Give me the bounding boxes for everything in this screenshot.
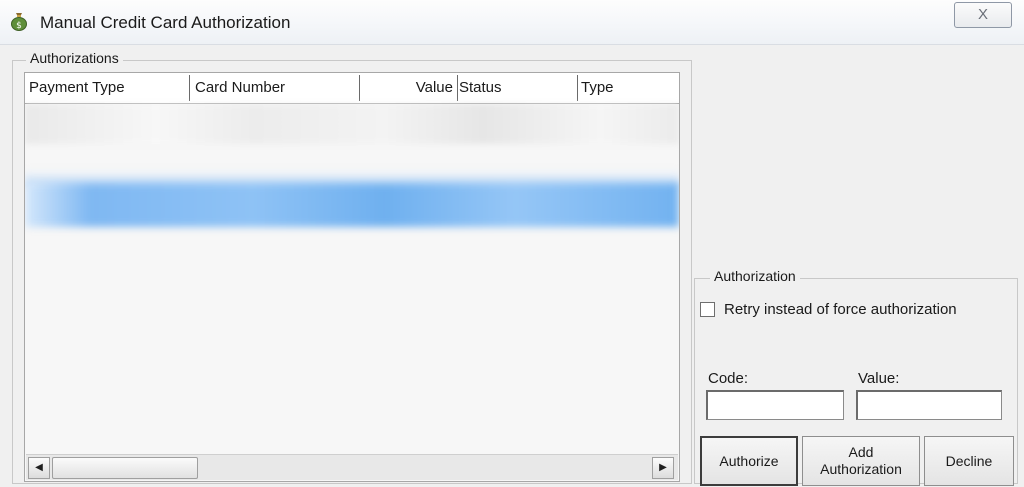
add-authorization-label-line2: Authorization: [820, 461, 902, 477]
column-header-type[interactable]: Type: [581, 73, 671, 103]
authorizations-group-legend: Authorizations: [26, 50, 123, 66]
retry-checkbox-label[interactable]: Retry instead of force authorization: [724, 301, 957, 318]
retry-checkbox[interactable]: [700, 302, 715, 317]
authorization-group-legend: Authorization: [710, 268, 800, 284]
value-label: Value:: [858, 370, 900, 387]
list-item-selected[interactable]: [25, 183, 679, 227]
authorize-button[interactable]: Authorize: [700, 436, 798, 486]
authorizations-list[interactable]: Payment Type Card Number Value Status Ty…: [24, 72, 680, 482]
scroll-left-button[interactable]: ◀: [28, 457, 50, 479]
arrow-left-icon: ◀: [35, 462, 43, 473]
decline-button[interactable]: Decline: [924, 436, 1014, 486]
title-bar: $ Manual Credit Card Authorization X: [0, 0, 1024, 45]
code-label: Code:: [708, 370, 749, 387]
money-bag-icon: $: [11, 13, 27, 31]
add-authorization-label-line1: Add: [848, 444, 874, 460]
close-button[interactable]: X: [954, 2, 1012, 28]
authorize-button-label: Authorize: [719, 452, 779, 469]
column-header-payment-type[interactable]: Payment Type: [29, 73, 189, 103]
manual-credit-card-authorization-window: $ Manual Credit Card Authorization X Aut…: [0, 0, 1024, 487]
add-authorization-button[interactable]: Add Authorization: [802, 436, 920, 486]
window-title: Manual Credit Card Authorization: [40, 13, 291, 32]
column-separator[interactable]: [189, 75, 190, 101]
value-input[interactable]: [856, 390, 1002, 420]
close-icon: X: [977, 6, 988, 23]
decline-button-label: Decline: [945, 452, 993, 469]
scroll-right-button[interactable]: ▶: [652, 457, 674, 479]
column-header-card-number[interactable]: Card Number: [195, 73, 355, 103]
list-header: Payment Type Card Number Value Status Ty…: [25, 73, 679, 104]
arrow-right-icon: ▶: [659, 462, 667, 473]
horizontal-scrollbar[interactable]: ◀ ▶: [26, 454, 678, 480]
code-input[interactable]: [706, 390, 844, 420]
column-header-status[interactable]: Status: [459, 73, 569, 103]
column-header-value[interactable]: Value: [361, 73, 455, 103]
column-separator[interactable]: [359, 75, 360, 101]
column-separator[interactable]: [457, 75, 458, 101]
scroll-thumb[interactable]: [52, 457, 198, 479]
list-item[interactable]: [25, 104, 679, 144]
column-separator[interactable]: [577, 75, 578, 101]
svg-text:$: $: [16, 21, 22, 31]
